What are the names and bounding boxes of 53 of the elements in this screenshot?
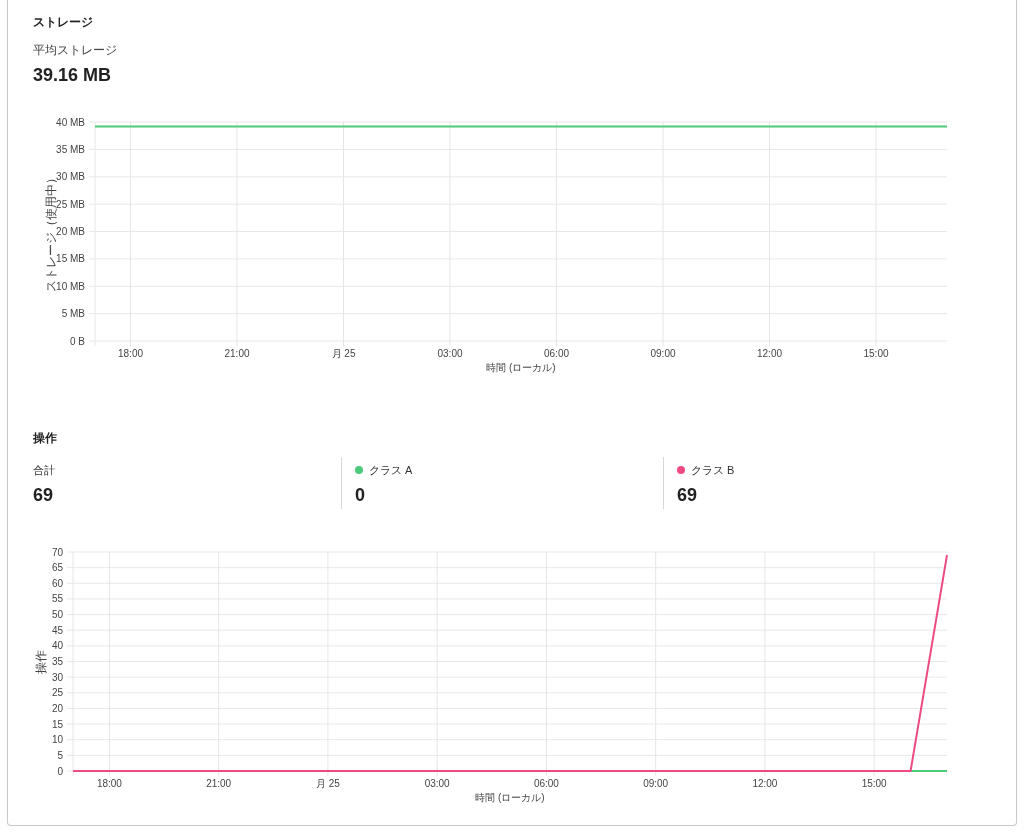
- stat-value: 69: [33, 484, 55, 506]
- y-tick-label: 65: [51, 562, 63, 574]
- y-tick-label: 35: [51, 656, 63, 667]
- y-tick-label: 5: [57, 749, 63, 761]
- x-tick-label: 18:00: [96, 778, 122, 789]
- stat-label: 合計: [33, 463, 55, 477]
- x-tick-label: 15:00: [861, 778, 887, 789]
- x-tick-label: 月 25: [331, 348, 356, 359]
- stat-label: クラス A: [369, 463, 413, 477]
- metric-value: 39.16 MB: [33, 64, 113, 86]
- x-tick-label: 12:00: [757, 348, 782, 359]
- y-tick-label: 0: [57, 765, 63, 777]
- x-axis-title: 時間 (ローカル): [486, 362, 556, 373]
- x-tick-label: 09:00: [643, 778, 669, 789]
- section-title: 操作: [33, 431, 58, 446]
- x-tick-label: 21:00: [206, 778, 232, 789]
- x-tick-label: 21:00: [224, 348, 250, 359]
- y-tick-label: 10 MB: [56, 280, 85, 292]
- y-tick-label: 10: [51, 734, 63, 746]
- y-tick-label: 20 MB: [56, 226, 85, 237]
- y-tick-label: 35 MB: [56, 143, 85, 155]
- y-tick-label: 30 MB: [56, 171, 85, 183]
- y-tick-label: 60: [51, 577, 63, 589]
- y-tick-label: 45: [51, 624, 63, 636]
- y-tick-label: 15: [51, 718, 63, 730]
- x-tick-label: 月 25: [315, 778, 340, 789]
- x-tick-label: 06:00: [544, 348, 569, 359]
- metric-label: 平均ストレージ: [33, 43, 118, 58]
- stat-label: クラス B: [691, 463, 735, 477]
- x-tick-label: 03:00: [437, 348, 463, 359]
- y-tick-label: 0 B: [70, 335, 85, 347]
- x-tick-label: 03:00: [424, 778, 450, 789]
- stat-value: 0: [355, 484, 366, 506]
- y-axis-title: 操作: [34, 649, 48, 674]
- y-tick-label: 20: [51, 702, 63, 714]
- y-tick-label: 40 MB: [56, 116, 85, 128]
- section-title: ストレージ: [33, 15, 94, 30]
- x-axis-title: 時間 (ローカル): [475, 792, 545, 803]
- y-tick-label: 5 MB: [61, 308, 85, 320]
- y-tick-label: 55: [51, 593, 63, 605]
- y-tick-label: 50: [51, 609, 63, 621]
- x-tick-label: 06:00: [533, 778, 559, 789]
- stat-value: 69: [677, 484, 699, 506]
- y-tick-label: 15 MB: [56, 253, 85, 265]
- y-tick-label: 30: [51, 671, 63, 683]
- x-tick-label: 09:00: [650, 348, 676, 359]
- x-tick-label: 18:00: [118, 348, 143, 359]
- y-tick-label: 70: [51, 546, 63, 558]
- x-tick-label: 15:00: [863, 348, 889, 359]
- x-tick-label: 12:00: [752, 778, 778, 789]
- y-tick-label: 40: [51, 640, 63, 652]
- y-tick-label: 25 MB: [56, 198, 85, 210]
- y-tick-label: 25: [51, 687, 63, 699]
